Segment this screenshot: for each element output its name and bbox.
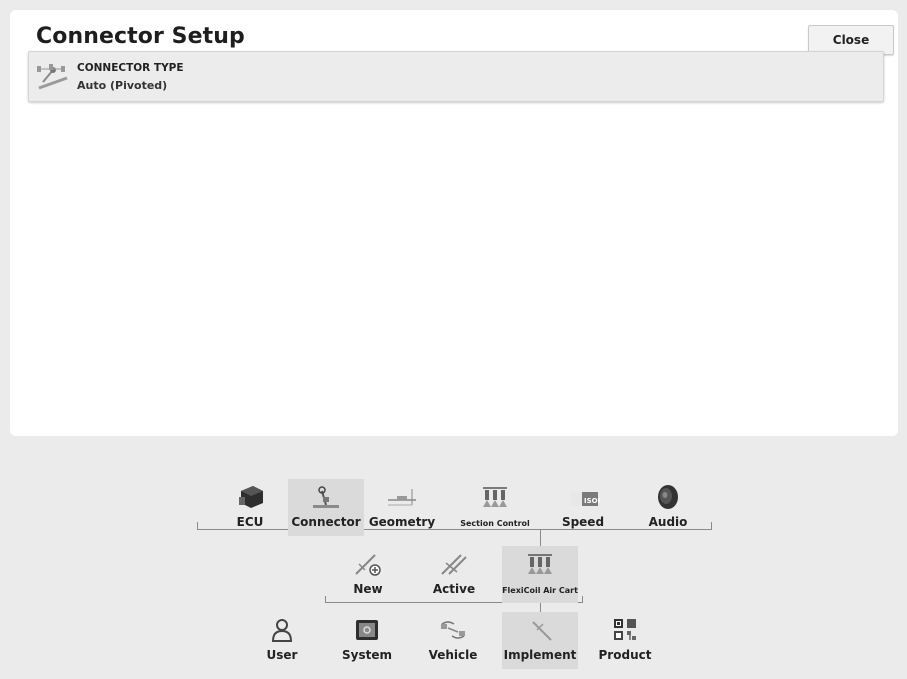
ecu-icon: [239, 486, 263, 508]
nav-active[interactable]: Active: [416, 546, 492, 603]
nav-label: User: [266, 648, 298, 662]
nav-connector[interactable]: Connector: [288, 479, 364, 536]
nav-audio[interactable]: Audio: [630, 479, 706, 536]
nav-label: Implement: [503, 648, 577, 662]
setting-label: CONNECTOR TYPE: [77, 62, 184, 74]
nav-ecu[interactable]: ECU: [212, 479, 288, 536]
tree-line-mid-left: [325, 596, 326, 603]
speaker-icon: [658, 485, 678, 509]
new-implement-icon: [355, 554, 381, 576]
connector-type-icon: [37, 64, 68, 90]
nav-label: Vehicle: [428, 648, 478, 662]
nav-new[interactable]: New: [330, 546, 406, 603]
active-implement-icon: [441, 554, 467, 575]
isobus-speed-icon: ISOBUS: [570, 492, 600, 506]
nav-speed[interactable]: ISOBUS Speed: [545, 479, 621, 536]
page-title: Connector Setup: [36, 24, 245, 49]
product-icon: [614, 619, 636, 640]
nav-product[interactable]: Product: [587, 612, 663, 669]
nav-label: System: [342, 648, 392, 662]
nav-label: Product: [598, 648, 652, 662]
nav-implement[interactable]: Implement: [502, 612, 578, 669]
connector-icon: [313, 486, 339, 508]
air-cart-icon: [528, 554, 552, 574]
nav-label: Geometry: [368, 515, 436, 529]
nav-label: Speed: [561, 515, 605, 529]
section-control-icon: [483, 487, 507, 507]
tree-line-top-stem: [540, 530, 541, 546]
system-icon: [356, 620, 378, 640]
nav-user[interactable]: User: [244, 612, 320, 669]
nav-label: Connector: [291, 515, 361, 529]
geometry-icon: [388, 489, 416, 506]
tree-line-mid-right: [582, 596, 583, 603]
setting-value: Auto (Pivoted): [77, 79, 168, 92]
implement-icon: [532, 621, 552, 641]
tree-line-top-left: [197, 522, 198, 530]
nav-system[interactable]: System: [329, 612, 405, 669]
nav-label: Active: [432, 582, 476, 596]
connector-type-setting[interactable]: CONNECTOR TYPE Auto (Pivoted): [28, 51, 884, 102]
nav-label: FlexiCoil Air Cart: [502, 586, 578, 595]
user-icon: [271, 619, 293, 642]
nav-label: ECU: [236, 515, 264, 529]
tree-line-top-right: [711, 522, 712, 530]
nav-label: Audio: [648, 515, 688, 529]
nav-geometry[interactable]: Geometry: [364, 479, 440, 536]
nav-label: Section Control: [460, 519, 530, 528]
nav-label: New: [353, 582, 383, 596]
nav-flexicoil-air-cart[interactable]: FlexiCoil Air Cart: [502, 546, 578, 603]
vehicle-icon: [441, 621, 465, 639]
nav-section-control[interactable]: Section Control: [457, 479, 533, 536]
isobus-text: ISOBUS: [584, 497, 600, 505]
nav-vehicle[interactable]: Vehicle: [415, 612, 491, 669]
